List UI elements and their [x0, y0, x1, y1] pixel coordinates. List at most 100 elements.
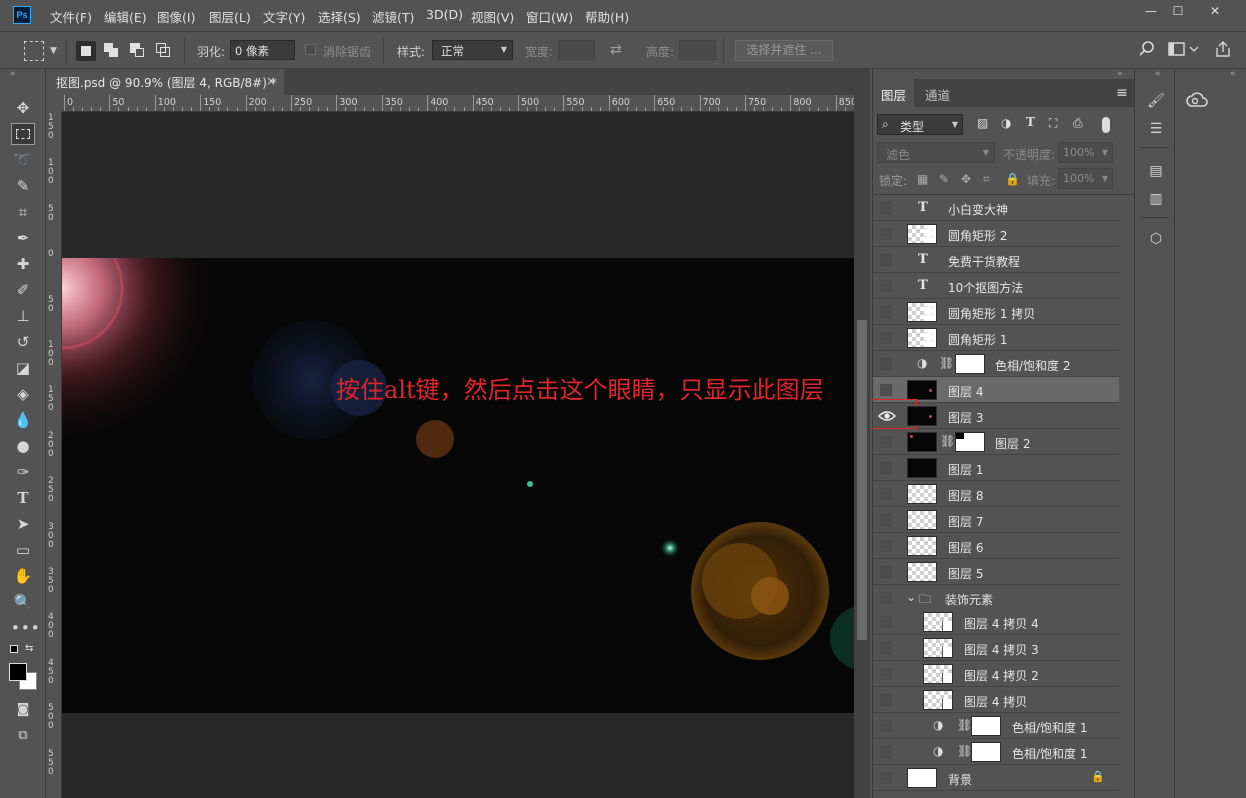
- scrollbar-thumb[interactable]: [857, 320, 867, 640]
- foreground-color-swatch[interactable]: [9, 663, 27, 681]
- crop-tool-icon[interactable]: ⌗: [11, 201, 35, 223]
- visibility-toggle[interactable]: [880, 462, 892, 474]
- visibility-toggle[interactable]: [880, 306, 892, 318]
- path-selection-tool-icon[interactable]: ➤: [11, 513, 35, 535]
- filter-kind-select[interactable]: ⌕ 类型 ▼: [877, 114, 963, 135]
- visibility-toggle[interactable]: [880, 280, 892, 292]
- tab-channels[interactable]: 通道: [917, 79, 958, 107]
- maximize-button[interactable]: ☐: [1164, 2, 1192, 20]
- lock-position-icon[interactable]: ✥: [961, 172, 971, 186]
- share-icon[interactable]: [1214, 40, 1232, 58]
- 3d-icon[interactable]: ⬡: [1146, 229, 1166, 249]
- blur-tool-icon[interactable]: 💧: [11, 409, 35, 431]
- collapse-toolbar-icon[interactable]: »: [10, 69, 16, 79]
- panel-menu-icon[interactable]: ≡: [1116, 85, 1128, 101]
- filter-smart-object-icon[interactable]: ⎙: [1073, 116, 1083, 131]
- layer-row[interactable]: ◑ ⛓ 色相/饱和度 2: [873, 351, 1119, 377]
- pen-tool-icon[interactable]: ✑: [11, 461, 35, 483]
- visibility-toggle[interactable]: [880, 332, 892, 344]
- visibility-toggle[interactable]: [880, 616, 892, 628]
- visibility-toggle[interactable]: [880, 668, 892, 680]
- layer-row[interactable]: 🔒 背景: [873, 765, 1119, 791]
- close-tab-icon[interactable]: ×: [266, 74, 276, 88]
- filter-pixel-icon[interactable]: ▨: [977, 116, 988, 130]
- menu-filter[interactable]: 滤镜(T): [372, 7, 414, 26]
- menu-help[interactable]: 帮助(H): [585, 7, 629, 26]
- brush-settings-icon[interactable]: 🖌: [1146, 91, 1166, 111]
- select-and-mask-button[interactable]: 选择并遮住 ...: [735, 40, 833, 61]
- feather-input[interactable]: 0 像素: [230, 40, 295, 60]
- layer-row[interactable]: ⛶ 圆角矩形 1 拷贝: [873, 299, 1119, 325]
- creative-cloud-libraries-icon[interactable]: [1186, 91, 1208, 111]
- layer-row[interactable]: ◑ ⛓ 色相/饱和度 1: [873, 713, 1119, 739]
- swap-dimensions-icon[interactable]: ⇄: [610, 42, 622, 58]
- canvas-area[interactable]: [62, 112, 854, 798]
- add-selection-button[interactable]: [102, 41, 122, 61]
- layer-row[interactable]: 图层 8: [873, 481, 1119, 507]
- menu-file[interactable]: 文件(F): [50, 7, 92, 26]
- opacity-input[interactable]: 100% ▼: [1058, 142, 1113, 163]
- lock-all-icon[interactable]: 🔒: [1005, 172, 1020, 186]
- layer-row[interactable]: 图层 4 拷贝 3: [873, 635, 1119, 661]
- properties-icon[interactable]: ▥: [1146, 189, 1166, 209]
- menu-window[interactable]: 窗口(W): [526, 7, 573, 26]
- fill-input[interactable]: 100% ▼: [1058, 168, 1113, 189]
- menu-select[interactable]: 选择(S): [318, 7, 361, 26]
- height-input[interactable]: [679, 40, 716, 60]
- default-colors-icon[interactable]: [10, 645, 18, 653]
- rectangle-tool-icon[interactable]: ▭: [11, 539, 35, 561]
- filter-toggle-icon[interactable]: [1102, 117, 1110, 133]
- layer-row[interactable]: ⛶ 圆角矩形 1: [873, 325, 1119, 351]
- visibility-toggle[interactable]: [880, 254, 892, 266]
- filter-shape-icon[interactable]: ⛶: [1049, 116, 1057, 131]
- layer-row[interactable]: 图层 6: [873, 533, 1119, 559]
- layer-row[interactable]: ⛓ 图层 2: [873, 429, 1119, 455]
- layer-row[interactable]: 图层 4 拷贝: [873, 687, 1119, 713]
- hand-tool-icon[interactable]: ✋: [11, 565, 35, 587]
- subtract-selection-button[interactable]: [128, 41, 148, 61]
- lasso-tool-icon[interactable]: ➰: [11, 149, 35, 171]
- dodge-tool-icon[interactable]: ●: [11, 435, 35, 457]
- width-input[interactable]: [558, 40, 595, 60]
- tab-layers[interactable]: 图层: [873, 79, 915, 107]
- menu-view[interactable]: 视图(V): [471, 7, 514, 26]
- minimize-button[interactable]: —: [1137, 2, 1165, 20]
- visibility-toggle[interactable]: [880, 540, 892, 552]
- visibility-toggle[interactable]: [880, 358, 892, 370]
- horizontal-ruler[interactable]: 0 50 100 150 200 250 300 350 400 450 500 550 600 650 7…: [62, 95, 854, 112]
- visibility-toggle[interactable]: [880, 514, 892, 526]
- clone-stamp-tool-icon[interactable]: ⊥: [11, 305, 35, 327]
- brush-tool-icon[interactable]: ✐: [11, 279, 35, 301]
- quick-mask-icon[interactable]: ◙: [11, 699, 35, 721]
- search-icon[interactable]: [1138, 40, 1158, 60]
- zoom-tool-icon[interactable]: 🔍: [11, 591, 35, 613]
- collapse-dock-icon[interactable]: «: [1230, 69, 1236, 79]
- menu-edit[interactable]: 编辑(E): [104, 7, 147, 26]
- eyedropper-tool-icon[interactable]: ✒: [11, 227, 35, 249]
- marquee-preset-icon[interactable]: [24, 41, 44, 61]
- workspace-icon[interactable]: [1168, 41, 1199, 57]
- menu-type[interactable]: 文字(Y): [263, 7, 305, 26]
- layer-row[interactable]: ◑ ⛓ 色相/饱和度 1: [873, 739, 1119, 765]
- quick-selection-tool-icon[interactable]: ✎: [11, 175, 35, 197]
- visibility-toggle[interactable]: [880, 436, 892, 448]
- layer-row[interactable]: ⛶ 圆角矩形 2: [873, 221, 1119, 247]
- layer-row[interactable]: 图层 3: [871, 399, 1119, 429]
- visibility-toggle[interactable]: [880, 566, 892, 578]
- layer-row[interactable]: 图层 7: [873, 507, 1119, 533]
- layer-row[interactable]: 图层 5: [873, 559, 1119, 585]
- layer-row[interactable]: ⌄ 🗀 装饰元素: [873, 585, 1119, 611]
- menu-3d[interactable]: 3D(D): [426, 7, 463, 22]
- layer-row[interactable]: T 小白变大神: [873, 195, 1119, 221]
- layer-row[interactable]: 图层 1: [873, 455, 1119, 481]
- layer-row[interactable]: 图层 4 拷贝 2: [873, 661, 1119, 687]
- rectangular-marquee-tool-icon[interactable]: [11, 123, 35, 145]
- menu-layer[interactable]: 图层(L): [209, 7, 251, 26]
- blend-mode-select[interactable]: 滤色 ▼: [877, 142, 995, 163]
- visibility-toggle[interactable]: [880, 202, 892, 214]
- visibility-toggle[interactable]: [880, 488, 892, 500]
- close-button[interactable]: ✕: [1201, 2, 1229, 20]
- chevron-down-icon[interactable]: ▼: [50, 46, 57, 56]
- screen-mode-icon[interactable]: ⧉: [11, 725, 35, 747]
- filter-type-icon[interactable]: T: [1026, 115, 1035, 129]
